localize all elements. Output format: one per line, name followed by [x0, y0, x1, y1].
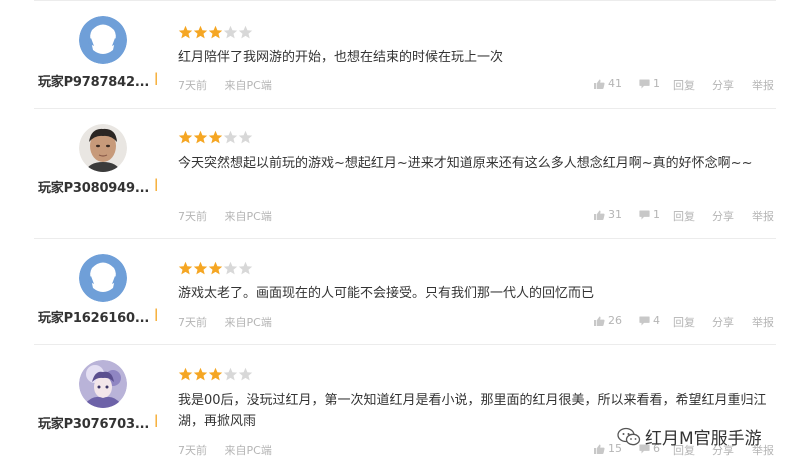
star-empty-icon — [223, 130, 238, 145]
vip-badge-icon: | — [154, 307, 159, 321]
star-filled-icon — [193, 130, 208, 145]
star-empty-icon — [223, 367, 238, 382]
comment-meta: 7天前 来自PC端 — [178, 208, 286, 224]
avatar[interactable] — [79, 360, 127, 408]
comment-item: 玩家P1626160... | 游戏太老了。画面现在的人可能不会接受。只有我们那… — [0, 239, 807, 344]
username[interactable]: 玩家P3076703... | — [38, 413, 162, 432]
star-empty-icon — [238, 130, 253, 145]
comment-count-button[interactable]: 1 — [639, 208, 660, 221]
wechat-icon — [617, 427, 641, 452]
comment-icon — [639, 208, 653, 221]
rating-stars — [178, 261, 253, 277]
thumbs-up-icon — [594, 77, 608, 90]
comment-time: 7天前 — [178, 316, 207, 329]
comment-icon — [639, 77, 653, 90]
star-filled-icon — [208, 261, 223, 276]
comment-time: 7天前 — [178, 210, 207, 223]
vip-badge-icon: | — [154, 177, 159, 191]
avatar[interactable] — [79, 16, 127, 64]
star-filled-icon — [208, 25, 223, 40]
star-filled-icon — [178, 25, 193, 40]
avatar[interactable] — [79, 254, 127, 302]
star-filled-icon — [193, 261, 208, 276]
photo-avatar-icon — [79, 124, 127, 172]
avatar[interactable] — [79, 124, 127, 172]
comment-source: 来自PC端 — [224, 210, 272, 223]
rating-stars — [178, 367, 253, 383]
comment-text: 红月陪伴了我网游的开始，也想在结束的时候在玩上一次 — [178, 50, 504, 65]
comment-count-button[interactable]: 4 — [639, 314, 660, 327]
comment-count-button[interactable]: 1 — [639, 77, 660, 90]
comment-text: 今天突然想起以前玩的游戏~想起红月~进来才知道原来还有这么多人想念红月啊~真的好… — [178, 156, 753, 171]
like-button[interactable]: 26 — [594, 314, 622, 327]
comment-time: 7天前 — [178, 79, 207, 92]
report-button[interactable]: 举报 — [752, 314, 774, 330]
vip-badge-icon: | — [154, 413, 159, 427]
share-button[interactable]: 分享 — [712, 77, 734, 93]
rating-stars — [178, 25, 253, 41]
star-filled-icon — [208, 367, 223, 382]
default-avatar-icon — [79, 254, 127, 302]
comment-item: 玩家P9787842... | 红月陪伴了我网游的开始，也想在结束的时候在玩上一… — [0, 0, 807, 108]
comment-time: 7天前 — [178, 444, 207, 457]
star-empty-icon — [223, 25, 238, 40]
comment-meta: 7天前 来自PC端 — [178, 314, 286, 330]
watermark: 红月M官服手游 — [617, 424, 762, 449]
comment-meta: 7天前 来自PC端 — [178, 442, 286, 458]
comment-meta: 7天前 来自PC端 — [178, 77, 286, 93]
like-button[interactable]: 41 — [594, 77, 622, 90]
thumbs-up-icon — [594, 314, 608, 327]
star-empty-icon — [238, 25, 253, 40]
username[interactable]: 玩家P3080949... | — [38, 177, 162, 196]
vip-badge-icon: | — [154, 71, 159, 85]
comment-source: 来自PC端 — [224, 79, 272, 92]
thumbs-up-icon — [594, 442, 608, 455]
star-empty-icon — [238, 367, 253, 382]
star-filled-icon — [178, 261, 193, 276]
share-button[interactable]: 分享 — [712, 314, 734, 330]
comment-text: 游戏太老了。画面现在的人可能不会接受。只有我们那一代人的回忆而已 — [178, 286, 595, 301]
username[interactable]: 玩家P9787842... | — [38, 71, 162, 90]
reply-button[interactable]: 回复 — [673, 208, 695, 224]
comment-source: 来自PC端 — [224, 444, 272, 457]
watermark-text: 红月M官服手游 — [645, 429, 762, 449]
star-empty-icon — [238, 261, 253, 276]
default-avatar-icon — [79, 16, 127, 64]
comment-item: 玩家P3080949... | 今天突然想起以前玩的游戏~想起红月~进来才知道原… — [0, 109, 807, 238]
share-button[interactable]: 分享 — [712, 208, 734, 224]
report-button[interactable]: 举报 — [752, 77, 774, 93]
like-button[interactable]: 31 — [594, 208, 622, 221]
thumbs-up-icon — [594, 208, 608, 221]
anime-avatar-icon — [79, 360, 127, 408]
reply-button[interactable]: 回复 — [673, 314, 695, 330]
rating-stars — [178, 130, 253, 146]
star-filled-icon — [208, 130, 223, 145]
comment-item: 玩家P3076703... | 我是00后，没玩过红月，第一次知道红月是看小说，… — [0, 345, 807, 468]
star-filled-icon — [178, 367, 193, 382]
star-filled-icon — [193, 25, 208, 40]
comment-icon — [639, 314, 653, 327]
reply-button[interactable]: 回复 — [673, 77, 695, 93]
star-filled-icon — [193, 367, 208, 382]
star-empty-icon — [223, 261, 238, 276]
report-button[interactable]: 举报 — [752, 208, 774, 224]
username[interactable]: 玩家P1626160... | — [38, 307, 162, 326]
star-filled-icon — [178, 130, 193, 145]
comment-source: 来自PC端 — [224, 316, 272, 329]
